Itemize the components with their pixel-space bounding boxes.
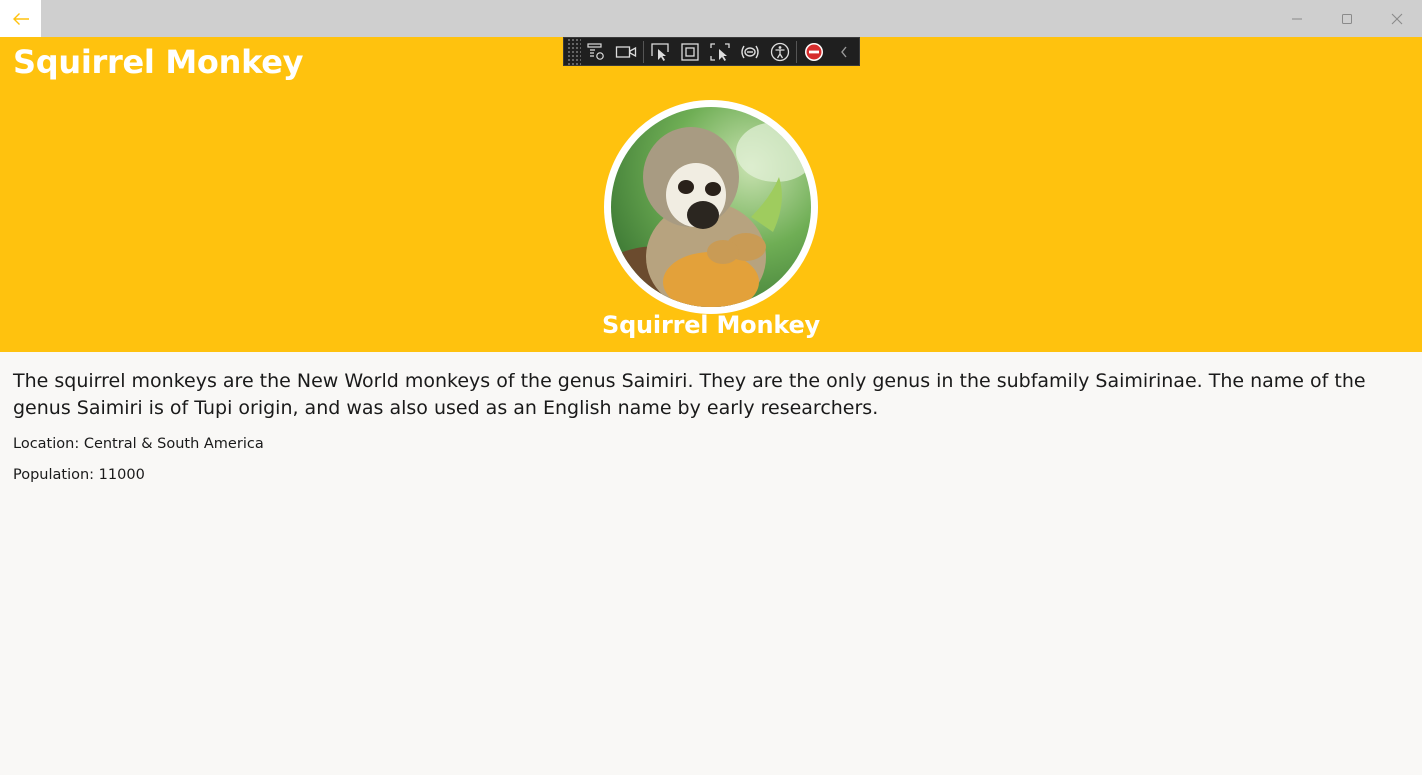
live-visual-tree-icon: [587, 42, 604, 60]
toolbar-separator: [796, 40, 798, 63]
maximize-icon: [1342, 13, 1352, 24]
track-focused-element-icon: [710, 42, 730, 61]
details-section: The squirrel monkeys are the New World m…: [13, 352, 1409, 483]
stop-button[interactable]: [799, 38, 829, 65]
select-element-button[interactable]: [646, 38, 676, 65]
title-bar: [0, 0, 1422, 37]
track-focused-element-button[interactable]: [705, 38, 735, 65]
stop-icon: [805, 42, 824, 61]
video-button[interactable]: [611, 38, 641, 65]
collapse-toolbar-button[interactable]: [829, 38, 859, 65]
monkey-header: Squirrel Monkey Squirrel Monkey: [0, 37, 1422, 352]
maximize-button[interactable]: [1322, 0, 1372, 37]
description-text: The squirrel monkeys are the New World m…: [13, 370, 1366, 419]
live-visual-tree-button[interactable]: [581, 38, 611, 65]
population-text: Population: 11000: [13, 467, 145, 483]
location-text: Location: Central & South America: [13, 436, 264, 452]
accessibility-checker-icon: [770, 42, 789, 61]
close-button[interactable]: [1372, 0, 1422, 37]
toolbar-separator: [642, 40, 644, 63]
monkey-avatar: [604, 100, 818, 314]
grip-icon[interactable]: [567, 38, 581, 65]
video-icon: [615, 45, 636, 58]
select-element-icon: [651, 42, 670, 61]
squirrel-monkey-photo: [611, 107, 811, 307]
minimize-icon: [1292, 18, 1302, 19]
display-layout-adorners-button[interactable]: [675, 38, 705, 65]
binding-failures-icon: [741, 45, 759, 58]
xaml-debug-toolbar: [563, 37, 860, 66]
close-icon: [1391, 13, 1403, 24]
accessibility-checker-button[interactable]: [765, 38, 795, 65]
minimize-button[interactable]: [1272, 0, 1322, 37]
image-caption: Squirrel Monkey: [601, 311, 820, 339]
back-button[interactable]: [0, 0, 41, 37]
arrow-left-icon: [12, 12, 29, 25]
display-layout-adorners-icon: [681, 42, 699, 61]
collapse-chevron-icon: [841, 46, 847, 57]
binding-failures-button[interactable]: [735, 38, 765, 65]
page-title: Squirrel Monkey: [13, 43, 304, 81]
